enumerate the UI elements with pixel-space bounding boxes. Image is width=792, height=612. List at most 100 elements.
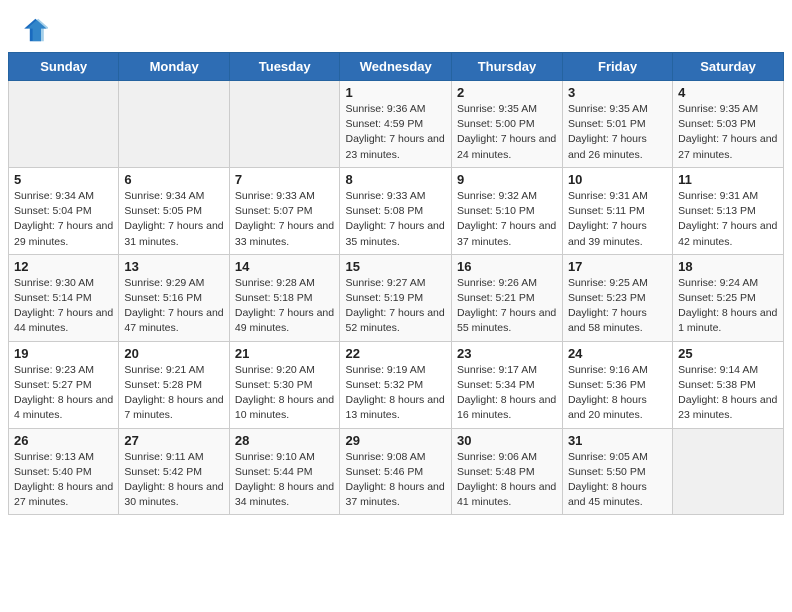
day-number: 13 — [124, 259, 223, 274]
day-number: 10 — [568, 172, 667, 187]
day-number: 20 — [124, 346, 223, 361]
cell-content: Sunrise: 9:34 AM Sunset: 5:05 PM Dayligh… — [124, 189, 223, 250]
calendar-cell: 22 Sunrise: 9:19 AM Sunset: 5:32 PM Dayli… — [340, 341, 452, 428]
calendar-cell: 27 Sunrise: 9:11 AM Sunset: 5:42 PM Dayli… — [119, 428, 229, 515]
day-number: 5 — [14, 172, 113, 187]
day-number: 2 — [457, 85, 557, 100]
day-number: 18 — [678, 259, 778, 274]
calendar-cell — [119, 81, 229, 168]
calendar-cell: 24 Sunrise: 9:16 AM Sunset: 5:36 PM Dayli… — [562, 341, 672, 428]
day-number: 14 — [235, 259, 335, 274]
calendar-cell: 19 Sunrise: 9:23 AM Sunset: 5:27 PM Dayli… — [9, 341, 119, 428]
col-header-saturday: Saturday — [673, 53, 784, 81]
day-number: 30 — [457, 433, 557, 448]
calendar-cell: 8 Sunrise: 9:33 AM Sunset: 5:08 PM Daylig… — [340, 167, 452, 254]
cell-content: Sunrise: 9:35 AM Sunset: 5:03 PM Dayligh… — [678, 102, 778, 163]
calendar-cell: 14Sunrise: 9:28 AM Sunset: 5:18 PM Dayli… — [229, 254, 340, 341]
cell-content: Sunrise: 9:21 AM Sunset: 5:28 PM Dayligh… — [124, 363, 223, 424]
day-number: 7 — [235, 172, 335, 187]
calendar-cell: 20 Sunrise: 9:21 AM Sunset: 5:28 PM Dayli… — [119, 341, 229, 428]
col-header-sunday: Sunday — [9, 53, 119, 81]
day-number: 22 — [345, 346, 446, 361]
cell-content: Sunrise: 9:34 AM Sunset: 5:04 PM Dayligh… — [14, 189, 113, 250]
calendar-cell: 12Sunrise: 9:30 AM Sunset: 5:14 PM Dayli… — [9, 254, 119, 341]
calendar-cell: 10 Sunrise: 9:31 AM Sunset: 5:11 PM Dayli… — [562, 167, 672, 254]
logo — [20, 16, 52, 44]
calendar-cell: 29 Sunrise: 9:08 AM Sunset: 5:46 PM Dayli… — [340, 428, 452, 515]
cell-content: Sunrise: 9:20 AM Sunset: 5:30 PM Dayligh… — [235, 363, 335, 424]
calendar-cell: 17Sunrise: 9:25 AM Sunset: 5:23 PM Dayli… — [562, 254, 672, 341]
calendar-cell: 6 Sunrise: 9:34 AM Sunset: 5:05 PM Daylig… — [119, 167, 229, 254]
day-number: 8 — [345, 172, 446, 187]
page-container: SundayMondayTuesdayWednesdayThursdayFrid… — [0, 0, 792, 515]
cell-content: Sunrise: 9:05 AM Sunset: 5:50 PM Dayligh… — [568, 450, 667, 511]
logo-icon — [20, 16, 48, 44]
calendar-week-1: 1 Sunrise: 9:36 AM Sunset: 4:59 PM Daylig… — [9, 81, 784, 168]
cell-content: Sunrise: 9:27 AM Sunset: 5:19 PM Dayligh… — [345, 276, 446, 337]
day-number: 12 — [14, 259, 113, 274]
cell-content: Sunrise: 9:33 AM Sunset: 5:07 PM Dayligh… — [235, 189, 335, 250]
day-number: 28 — [235, 433, 335, 448]
calendar-cell: 21 Sunrise: 9:20 AM Sunset: 5:30 PM Dayli… — [229, 341, 340, 428]
col-header-tuesday: Tuesday — [229, 53, 340, 81]
cell-content: Sunrise: 9:11 AM Sunset: 5:42 PM Dayligh… — [124, 450, 223, 511]
day-number: 4 — [678, 85, 778, 100]
day-number: 27 — [124, 433, 223, 448]
day-number: 19 — [14, 346, 113, 361]
day-number: 11 — [678, 172, 778, 187]
col-header-wednesday: Wednesday — [340, 53, 452, 81]
cell-content: Sunrise: 9:13 AM Sunset: 5:40 PM Dayligh… — [14, 450, 113, 511]
cell-content: Sunrise: 9:32 AM Sunset: 5:10 PM Dayligh… — [457, 189, 557, 250]
cell-content: Sunrise: 9:19 AM Sunset: 5:32 PM Dayligh… — [345, 363, 446, 424]
calendar-header-row: SundayMondayTuesdayWednesdayThursdayFrid… — [9, 53, 784, 81]
calendar-cell: 30 Sunrise: 9:06 AM Sunset: 5:48 PM Dayli… — [452, 428, 563, 515]
col-header-thursday: Thursday — [452, 53, 563, 81]
day-number: 1 — [345, 85, 446, 100]
cell-content: Sunrise: 9:36 AM Sunset: 4:59 PM Dayligh… — [345, 102, 446, 163]
col-header-monday: Monday — [119, 53, 229, 81]
calendar-cell: 13 Sunrise: 9:29 AM Sunset: 5:16 PM Dayli… — [119, 254, 229, 341]
calendar-week-5: 26 Sunrise: 9:13 AM Sunset: 5:40 PM Dayli… — [9, 428, 784, 515]
calendar-cell: 18Sunrise: 9:24 AM Sunset: 5:25 PM Dayli… — [673, 254, 784, 341]
cell-content: Sunrise: 9:31 AM Sunset: 5:11 PM Dayligh… — [568, 189, 667, 250]
day-number: 9 — [457, 172, 557, 187]
day-number: 16 — [457, 259, 557, 274]
calendar-cell: 2Sunrise: 9:35 AM Sunset: 5:00 PM Daylig… — [452, 81, 563, 168]
day-number: 29 — [345, 433, 446, 448]
calendar-cell: 28 Sunrise: 9:10 AM Sunset: 5:44 PM Dayli… — [229, 428, 340, 515]
calendar-cell: 1 Sunrise: 9:36 AM Sunset: 4:59 PM Daylig… — [340, 81, 452, 168]
calendar-cell — [9, 81, 119, 168]
calendar-week-4: 19 Sunrise: 9:23 AM Sunset: 5:27 PM Dayli… — [9, 341, 784, 428]
day-number: 15 — [345, 259, 446, 274]
day-number: 31 — [568, 433, 667, 448]
cell-content: Sunrise: 9:08 AM Sunset: 5:46 PM Dayligh… — [345, 450, 446, 511]
calendar-cell: 4 Sunrise: 9:35 AM Sunset: 5:03 PM Daylig… — [673, 81, 784, 168]
calendar-cell: 7 Sunrise: 9:33 AM Sunset: 5:07 PM Daylig… — [229, 167, 340, 254]
calendar-cell: 16Sunrise: 9:26 AM Sunset: 5:21 PM Dayli… — [452, 254, 563, 341]
day-number: 26 — [14, 433, 113, 448]
cell-content: Sunrise: 9:33 AM Sunset: 5:08 PM Dayligh… — [345, 189, 446, 250]
cell-content: Sunrise: 9:23 AM Sunset: 5:27 PM Dayligh… — [14, 363, 113, 424]
calendar-cell — [673, 428, 784, 515]
calendar-cell: 31 Sunrise: 9:05 AM Sunset: 5:50 PM Dayli… — [562, 428, 672, 515]
calendar-cell: 25 Sunrise: 9:14 AM Sunset: 5:38 PM Dayli… — [673, 341, 784, 428]
cell-content: Sunrise: 9:29 AM Sunset: 5:16 PM Dayligh… — [124, 276, 223, 337]
day-number: 23 — [457, 346, 557, 361]
calendar-cell: 11Sunrise: 9:31 AM Sunset: 5:13 PM Dayli… — [673, 167, 784, 254]
day-number: 21 — [235, 346, 335, 361]
cell-content: Sunrise: 9:10 AM Sunset: 5:44 PM Dayligh… — [235, 450, 335, 511]
day-number: 3 — [568, 85, 667, 100]
calendar-cell: 5 Sunrise: 9:34 AM Sunset: 5:04 PM Daylig… — [9, 167, 119, 254]
cell-content: Sunrise: 9:06 AM Sunset: 5:48 PM Dayligh… — [457, 450, 557, 511]
calendar-cell: 9 Sunrise: 9:32 AM Sunset: 5:10 PM Daylig… — [452, 167, 563, 254]
cell-content: Sunrise: 9:16 AM Sunset: 5:36 PM Dayligh… — [568, 363, 667, 424]
cell-content: Sunrise: 9:17 AM Sunset: 5:34 PM Dayligh… — [457, 363, 557, 424]
calendar-cell: 23 Sunrise: 9:17 AM Sunset: 5:34 PM Dayli… — [452, 341, 563, 428]
cell-content: Sunrise: 9:14 AM Sunset: 5:38 PM Dayligh… — [678, 363, 778, 424]
day-number: 25 — [678, 346, 778, 361]
day-number: 6 — [124, 172, 223, 187]
header — [0, 0, 792, 52]
col-header-friday: Friday — [562, 53, 672, 81]
calendar-cell — [229, 81, 340, 168]
day-number: 24 — [568, 346, 667, 361]
